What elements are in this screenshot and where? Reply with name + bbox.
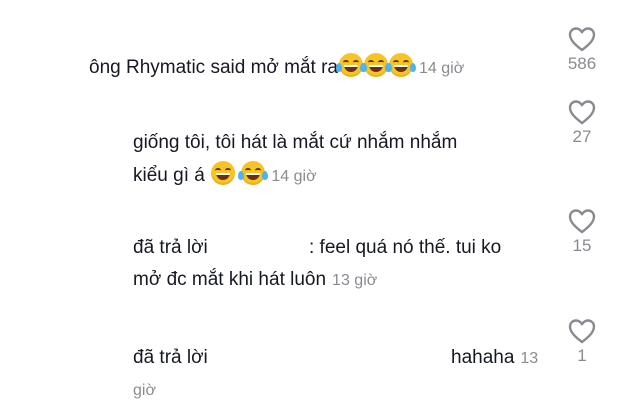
reply-label: đã trả lời xyxy=(133,347,208,368)
heart-outline-icon xyxy=(568,209,596,234)
like-button[interactable]: 27 xyxy=(558,99,606,147)
like-button[interactable]: 586 xyxy=(558,26,606,74)
reply-body-line2: mở đc mắt khi hát luôn xyxy=(133,269,327,290)
like-button[interactable]: 1 xyxy=(558,318,606,366)
reply-text-rest: : feel quá nó thế. tui ko xyxy=(309,236,501,260)
timestamp-wrap: giờ xyxy=(133,378,156,403)
grinning-emoji-icon xyxy=(211,161,236,185)
reply-text: đã trả lời xyxy=(133,346,208,370)
comment-body: ông Rhymatic said mở mắt ra xyxy=(89,57,338,78)
reply-body-line1: : feel quá nó thế. tui ko xyxy=(309,237,502,258)
heart-outline-icon xyxy=(568,319,596,344)
reply-text: giống tôi, tôi hát là mắt cứ nhắm nhắm xyxy=(133,131,457,155)
like-count: 1 xyxy=(577,346,587,365)
timestamp: giờ xyxy=(133,382,156,399)
like-count: 15 xyxy=(572,236,592,255)
reply-body: hahaha xyxy=(451,347,515,368)
timestamp: 14 giờ xyxy=(271,168,317,185)
reply-text-rest: hahaha 13 xyxy=(451,346,538,371)
reply-body-line1: giống tôi, tôi hát là mắt cứ nhắm nhắm xyxy=(133,132,458,153)
reply-text-line2: mở đc mắt khi hát luôn 13 giờ xyxy=(133,268,377,293)
heart-outline-icon xyxy=(568,27,596,52)
comment-text: ông Rhymatic said mở mắt ra 14 giờ xyxy=(89,53,464,81)
reply-text-line2: kiểu gì á 14 giờ xyxy=(133,161,317,189)
laughing-emoji-icon xyxy=(336,53,366,77)
laughing-emoji-icon xyxy=(361,53,391,77)
laughing-emoji-icon xyxy=(238,161,269,185)
timestamp: 14 giờ xyxy=(419,60,465,77)
heart-outline-icon xyxy=(568,100,596,125)
laughing-emoji-icon xyxy=(386,53,416,77)
reply-label: đã trả lời xyxy=(133,237,208,258)
timestamp: 13 xyxy=(520,350,539,367)
like-button[interactable]: 15 xyxy=(558,208,606,256)
like-count: 586 xyxy=(567,54,597,73)
like-count: 27 xyxy=(572,127,592,146)
reply-text: đã trả lời xyxy=(133,236,208,260)
timestamp: 13 giờ xyxy=(332,272,378,289)
reply-body-line2: kiểu gì á xyxy=(133,165,205,186)
